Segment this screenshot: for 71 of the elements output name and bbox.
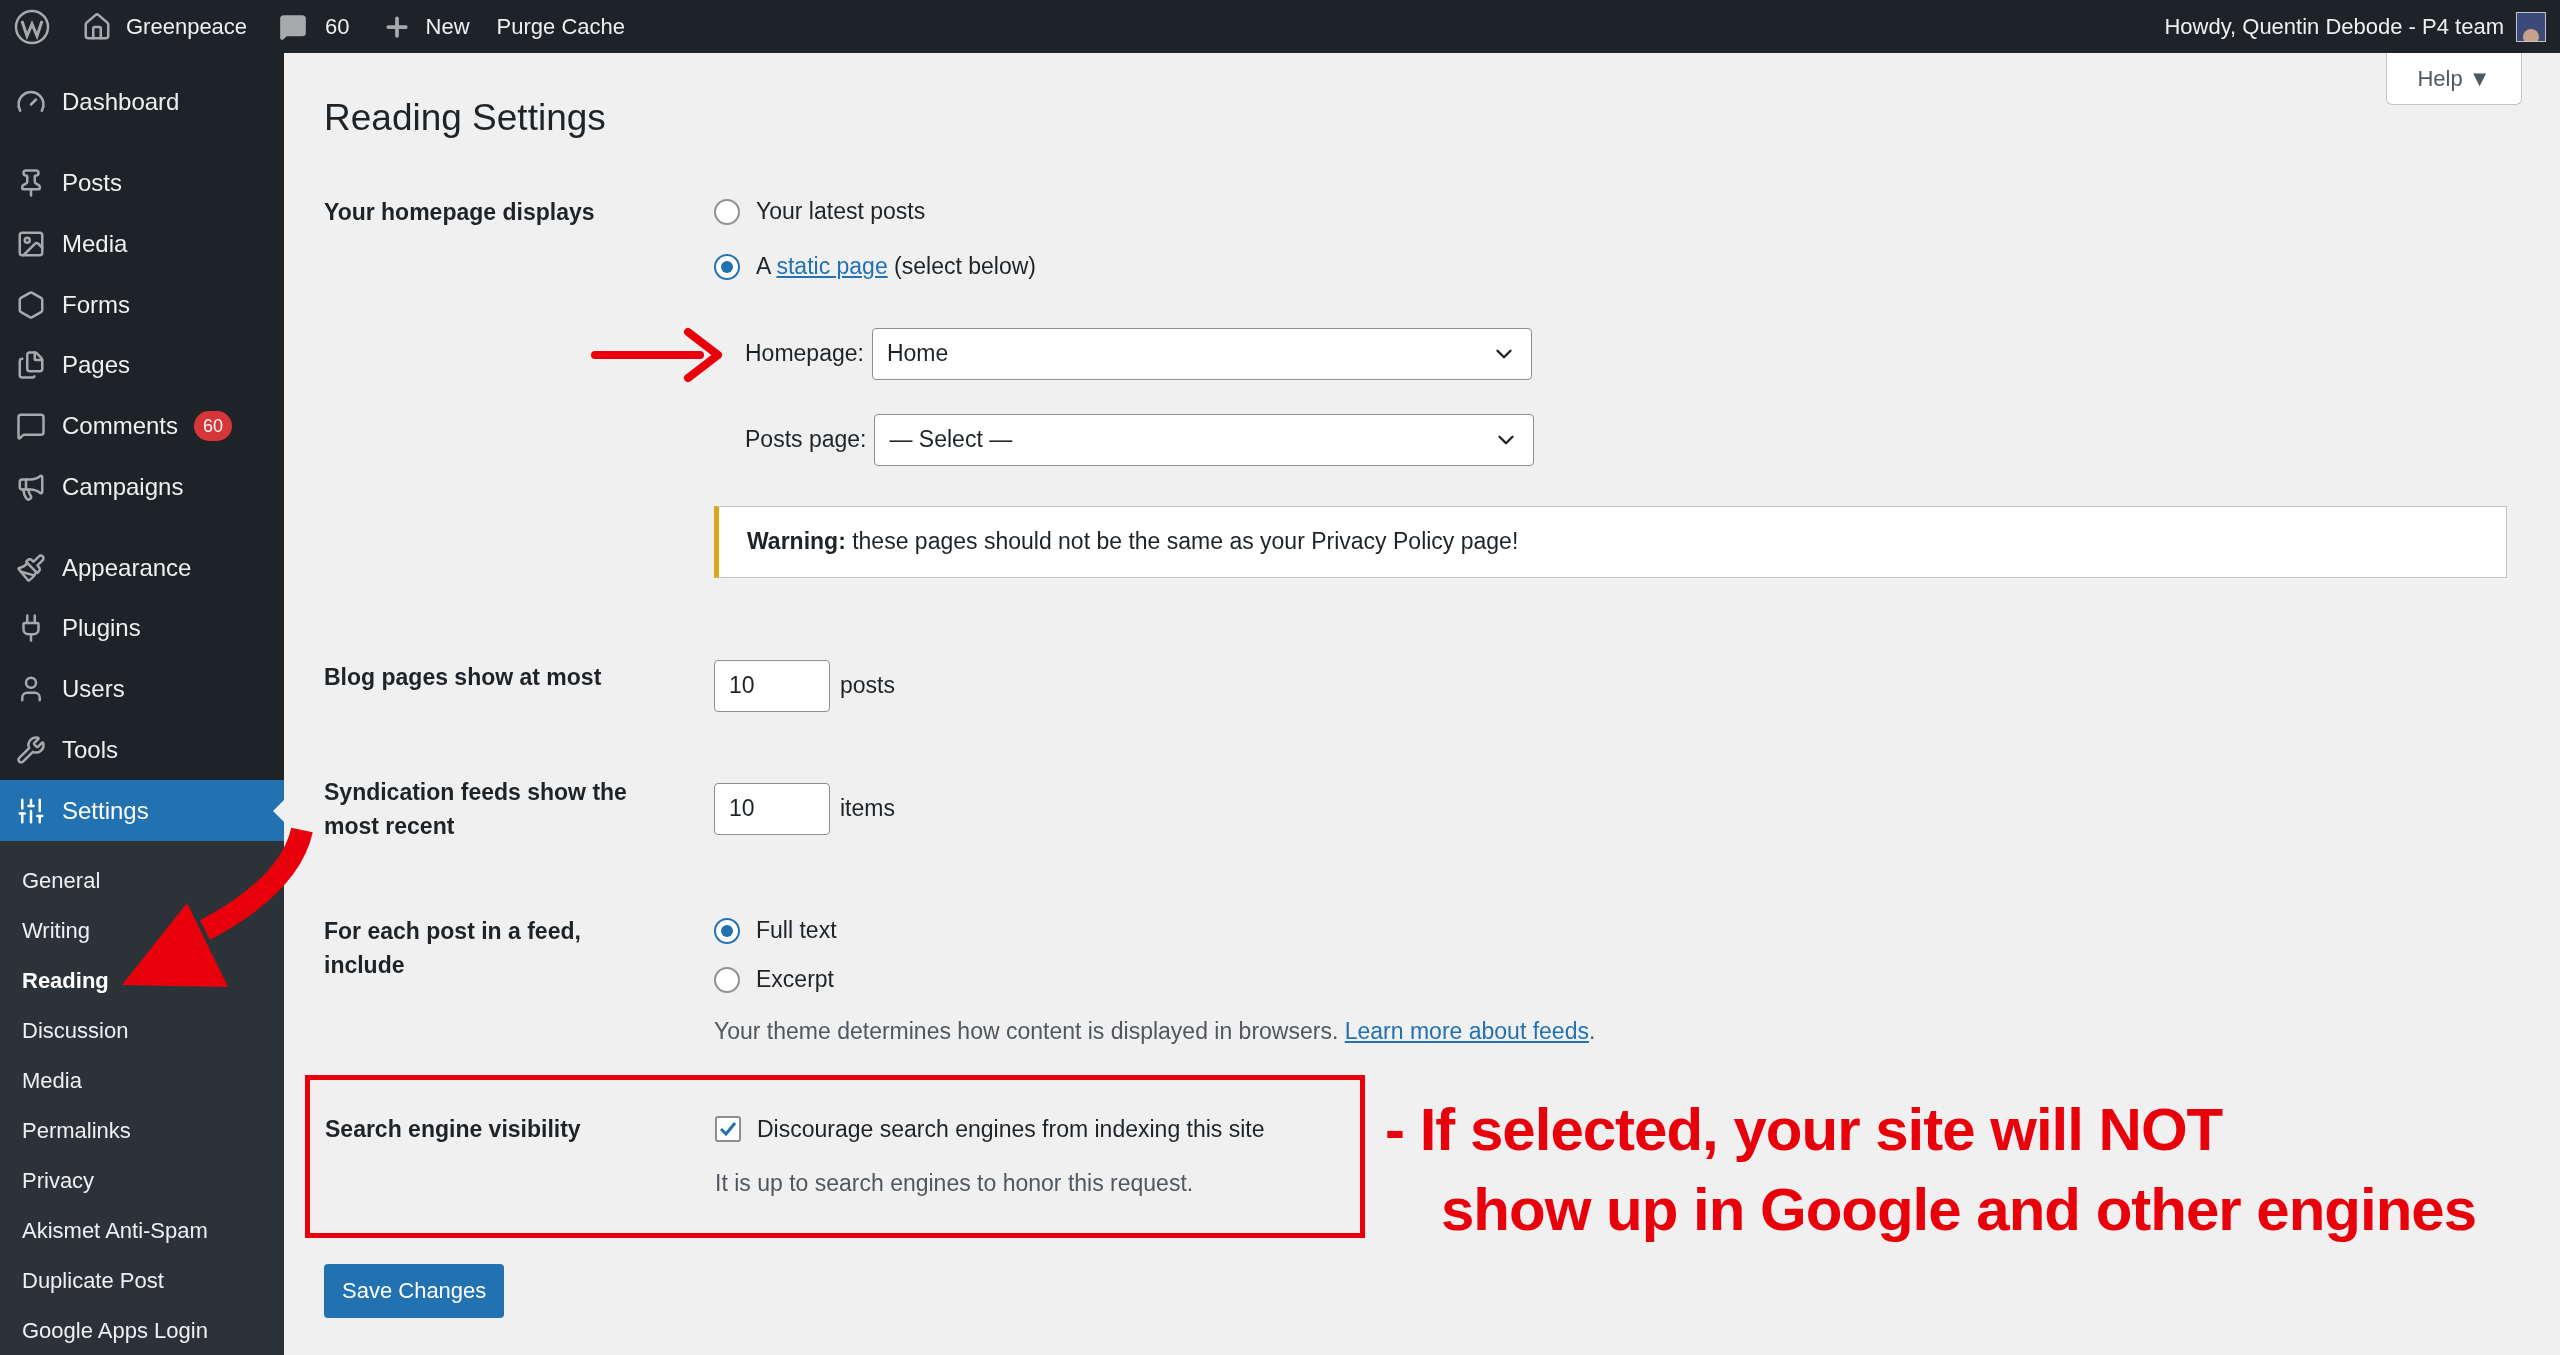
hexagon-icon — [16, 289, 46, 320]
number-field[interactable]: 10 — [714, 782, 830, 835]
field-label: Blog pages show at most — [324, 662, 603, 692]
annotation-text: - If selected, your site will NOT — [1385, 1095, 2224, 1165]
submenu-item[interactable]: Duplicate Post — [0, 1255, 176, 1305]
field-label: Your homepage displays — [324, 197, 596, 227]
menu-item[interactable]: Settings — [0, 780, 284, 841]
radio-button[interactable] — [714, 253, 740, 280]
wrench-icon — [16, 734, 46, 765]
option-label: Your latest posts — [756, 197, 926, 227]
comment-icon — [16, 411, 46, 442]
submenu-item[interactable]: Permalinks — [0, 1105, 143, 1155]
count-badge: 60 — [194, 411, 233, 442]
submenu-item[interactable]: Privacy — [0, 1155, 107, 1205]
annotation-text: show up in Google and other engines — [1441, 1175, 2477, 1245]
option-label: A static page (select below) — [756, 252, 1036, 282]
submenu-item[interactable]: General — [0, 855, 113, 905]
warning-notice: Warning: these pages should not be the same as your Privacy Policy page! — [714, 505, 2507, 578]
menu-item[interactable]: Media — [0, 213, 284, 275]
radio-button[interactable] — [714, 917, 740, 944]
number-field[interactable]: 10 — [714, 659, 830, 712]
field-label: Syndication feeds show the most recent — [324, 777, 628, 841]
menu-item[interactable]: Pages — [0, 335, 284, 396]
radio-button[interactable] — [714, 966, 740, 993]
purge-cache-link[interactable]: Purge Cache — [496, 10, 625, 43]
checkmark-icon — [718, 1119, 738, 1139]
paintbrush-icon — [16, 552, 46, 583]
site-link[interactable]: Greenpeace — [126, 10, 248, 43]
page-select[interactable]: — Select — — [874, 413, 1535, 466]
menu-item[interactable]: Posts — [0, 152, 284, 214]
menu-item[interactable]: Comments 60 — [0, 395, 284, 457]
submenu-item[interactable]: Reading — [0, 955, 121, 1005]
menu-item[interactable]: Plugins — [0, 598, 284, 659]
unit-label: items — [840, 794, 895, 824]
greeting-link[interactable]: Howdy, Quentin Debode - P4 team — [2164, 10, 2504, 43]
field-label: For each post in a feed, include — [324, 916, 582, 980]
submenu-item[interactable]: Media — [0, 1055, 94, 1105]
menu-item[interactable]: Campaigns — [0, 456, 284, 518]
save-button[interactable]: Save Changes — [324, 1263, 505, 1318]
submenu-item[interactable]: Google Apps Login — [0, 1305, 220, 1355]
avatar[interactable] — [2516, 11, 2546, 42]
menu-item[interactable]: Tools — [0, 719, 284, 781]
checkbox[interactable] — [715, 1116, 741, 1142]
field-label: Search engine visibility — [325, 1115, 582, 1144]
static-page-link[interactable]: static page — [776, 253, 888, 280]
help-text: It is up to search engines to honor this request. — [715, 1169, 1195, 1198]
menu-item[interactable]: Dashboard — [0, 72, 284, 133]
logo-icon[interactable] — [14, 8, 50, 45]
menu-item[interactable]: Users — [0, 658, 284, 720]
feeds-link[interactable]: Learn more about feeds — [1344, 1017, 1589, 1044]
unit-label: posts — [840, 671, 895, 701]
submenu-item[interactable]: Writing — [0, 905, 103, 955]
submenu-item[interactable]: Discussion — [0, 1005, 141, 1055]
menu-item[interactable]: Forms — [0, 274, 284, 335]
home-icon — [82, 11, 112, 42]
new-link[interactable]: New — [425, 10, 470, 43]
select-label: Posts page: — [745, 425, 867, 455]
page-title: Reading Settings — [324, 96, 606, 140]
option-label: Excerpt — [756, 965, 834, 995]
submenu-item[interactable]: Akismet Anti-Spam — [0, 1205, 220, 1255]
page-select[interactable]: Home — [871, 327, 1532, 380]
help-text: Your theme determines how content is displayed in browsers. Learn more about feeds. — [714, 1016, 1596, 1046]
help-button[interactable]: Help ▼ — [2386, 53, 2522, 105]
comment-count[interactable]: 60 — [325, 10, 350, 43]
radio-button[interactable] — [714, 198, 740, 225]
select-label: Homepage: — [745, 339, 864, 369]
pages-icon — [16, 350, 46, 381]
option-label: Full text — [756, 916, 837, 946]
menu-item[interactable]: Appearance — [0, 537, 284, 598]
checkbox-label: Discourage search engines from indexing this site — [757, 1114, 1265, 1144]
comment-icon — [279, 12, 308, 41]
